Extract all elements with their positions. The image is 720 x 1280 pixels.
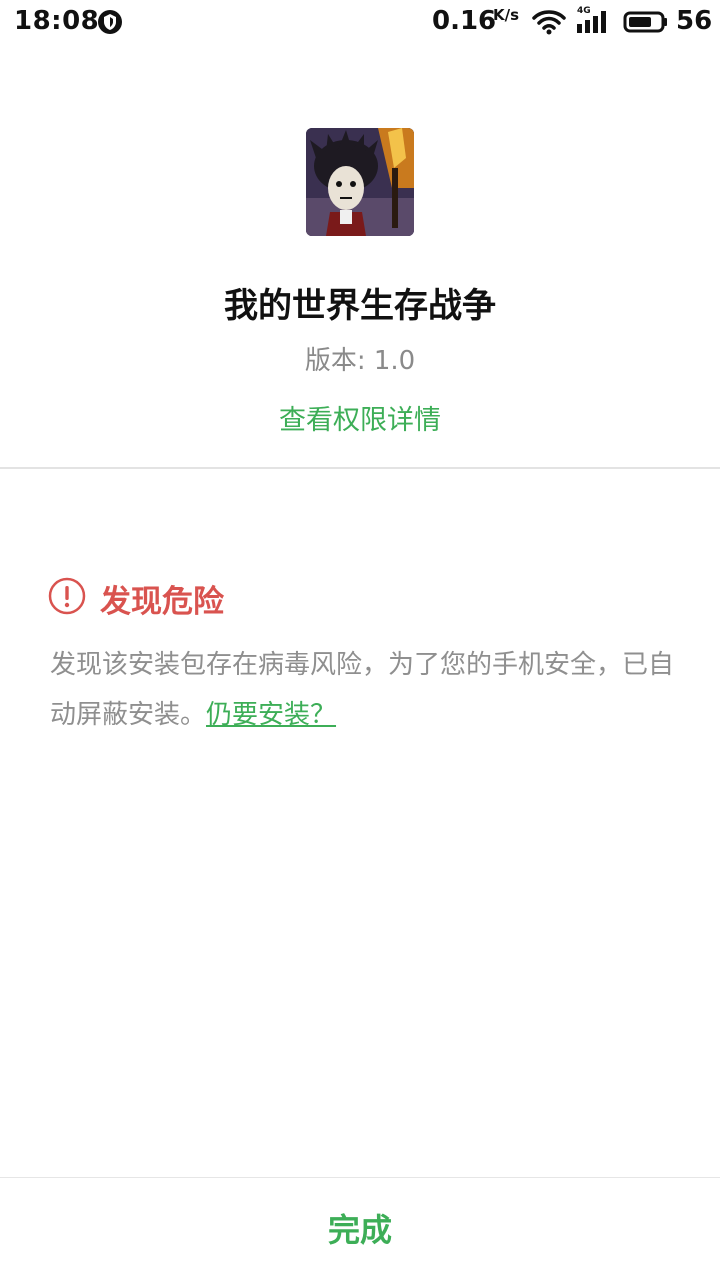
wifi-icon [532,9,566,39]
cellular-signal-icon [576,10,610,38]
battery-level: 56 [676,6,713,36]
network-speed: 0.16 [432,6,497,36]
status-time: 18:08 [14,6,100,36]
vpn-shield-icon [98,10,122,34]
package-installer-screen: 18:08 0.16 K/s 4G 56 我的世界生存战争 版本: 1.0 查看… [0,0,720,1280]
section-divider [0,467,720,469]
network-speed-unit: K/s [493,6,520,24]
warning-message: 发现该安装包存在病毒风险，为了您的手机安全，已自动屏蔽安装。仍要安装？ [50,640,680,740]
app-icon [306,128,414,236]
app-version: 版本: 1.0 [304,346,416,376]
status-bar: 18:08 0.16 K/s 4G 56 [0,0,720,44]
view-permissions-link[interactable]: 查看权限详情 [0,398,720,437]
warning-message-text: 发现该安装包存在病毒风险，为了您的手机安全，已自动屏蔽安装。 [50,650,675,730]
exclamation-circle-icon [48,577,86,615]
install-anyway-link[interactable]: 仍要安装？ [206,700,336,730]
app-name: 我的世界生存战争 [224,286,496,326]
warning-title: 发现危险 [100,584,224,620]
done-button[interactable]: 完成 [0,1178,720,1280]
battery-icon [623,11,669,37]
